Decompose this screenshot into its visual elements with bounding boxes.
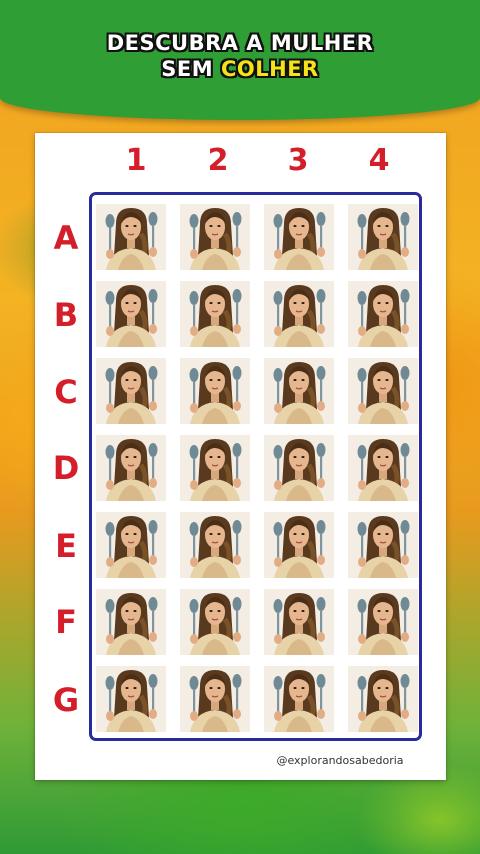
grid-cell-f3[interactable] [264,589,334,655]
grid-cell-b4[interactable] [348,281,418,347]
row-label-b: B [53,296,79,334]
grid-cell-e2[interactable] [180,512,250,578]
grid-cell-g2[interactable] [180,666,250,732]
woman-holding-spoon-portrait [180,435,250,501]
woman-holding-spoon-portrait [264,589,334,655]
column-label-2: 2 [207,143,229,178]
column-label-4: 4 [368,143,390,178]
grid-cell-c4[interactable] [348,358,418,424]
grid-cell-d1[interactable] [96,435,166,501]
grid-cell-b3[interactable] [264,281,334,347]
woman-holding-spoon-portrait [180,512,250,578]
woman-holding-spoon-portrait [180,358,250,424]
grid-cell-f2[interactable] [180,589,250,655]
woman-holding-spoon-portrait [264,512,334,578]
woman-holding-spoon-portrait [348,435,418,501]
woman-holding-spoon-portrait [348,281,418,347]
woman-holding-spoon-portrait [348,512,418,578]
grid-cell-e3[interactable] [264,512,334,578]
woman-holding-spoon-portrait [96,435,166,501]
woman-holding-spoon-portrait [180,204,250,270]
grid-cell-g3[interactable] [264,666,334,732]
grid-cell-c2[interactable] [180,358,250,424]
grid-cell-d4[interactable] [348,435,418,501]
woman-holding-spoon-portrait [264,435,334,501]
grid-cell-a1[interactable] [96,204,166,270]
woman-holding-spoon-portrait [348,666,418,732]
woman-holding-spoon-portrait [96,358,166,424]
woman-holding-spoon-portrait [348,204,418,270]
woman-holding-spoon-portrait [96,512,166,578]
column-label-1: 1 [125,143,147,178]
row-label-f: F [55,603,77,641]
grid-cell-e4[interactable] [348,512,418,578]
row-label-d: D [52,449,80,487]
woman-holding-spoon-portrait [96,204,166,270]
woman-holding-spoon-portrait [96,589,166,655]
woman-holding-spoon-portrait [264,358,334,424]
grid-cell-g4[interactable] [348,666,418,732]
row-label-g: G [52,681,80,719]
grid-cell-d2[interactable] [180,435,250,501]
woman-holding-spoon-portrait [264,281,334,347]
grid-cell-a4[interactable] [348,204,418,270]
woman-holding-spoon-portrait [264,204,334,270]
grid-cell-a3[interactable] [264,204,334,270]
grid-cell-c1[interactable] [96,358,166,424]
title-line-1: DESCUBRA A MULHER [106,31,374,55]
woman-holding-spoon-portrait [180,589,250,655]
woman-holding-spoon-portrait [348,589,418,655]
grid-cell-e1[interactable] [96,512,166,578]
woman-holding-spoon-portrait [180,666,250,732]
grid-cell-g1[interactable] [96,666,166,732]
grid-cell-b2[interactable] [180,281,250,347]
grid-cell-d3[interactable] [264,435,334,501]
grid-cell-c3[interactable] [264,358,334,424]
grid-cell-a2[interactable] [180,204,250,270]
woman-holding-spoon-portrait [264,666,334,732]
woman-holding-spoon-portrait [96,281,166,347]
woman-holding-spoon-portrait [96,666,166,732]
grid-cell-f1[interactable] [96,589,166,655]
grid-cell-b1[interactable] [96,281,166,347]
title-prefix: SEM [161,57,221,81]
grid-cell-f4[interactable] [348,589,418,655]
woman-holding-spoon-portrait [348,358,418,424]
title-line-2: SEM COLHER [0,57,480,81]
row-label-e: E [55,527,77,565]
column-label-3: 3 [287,143,309,178]
row-label-a: A [53,219,79,257]
row-label-c: C [54,373,78,411]
woman-holding-spoon-portrait [180,281,250,347]
title-highlight: COLHER [220,57,319,81]
credit-handle: @explorandosabedoria [276,754,404,767]
